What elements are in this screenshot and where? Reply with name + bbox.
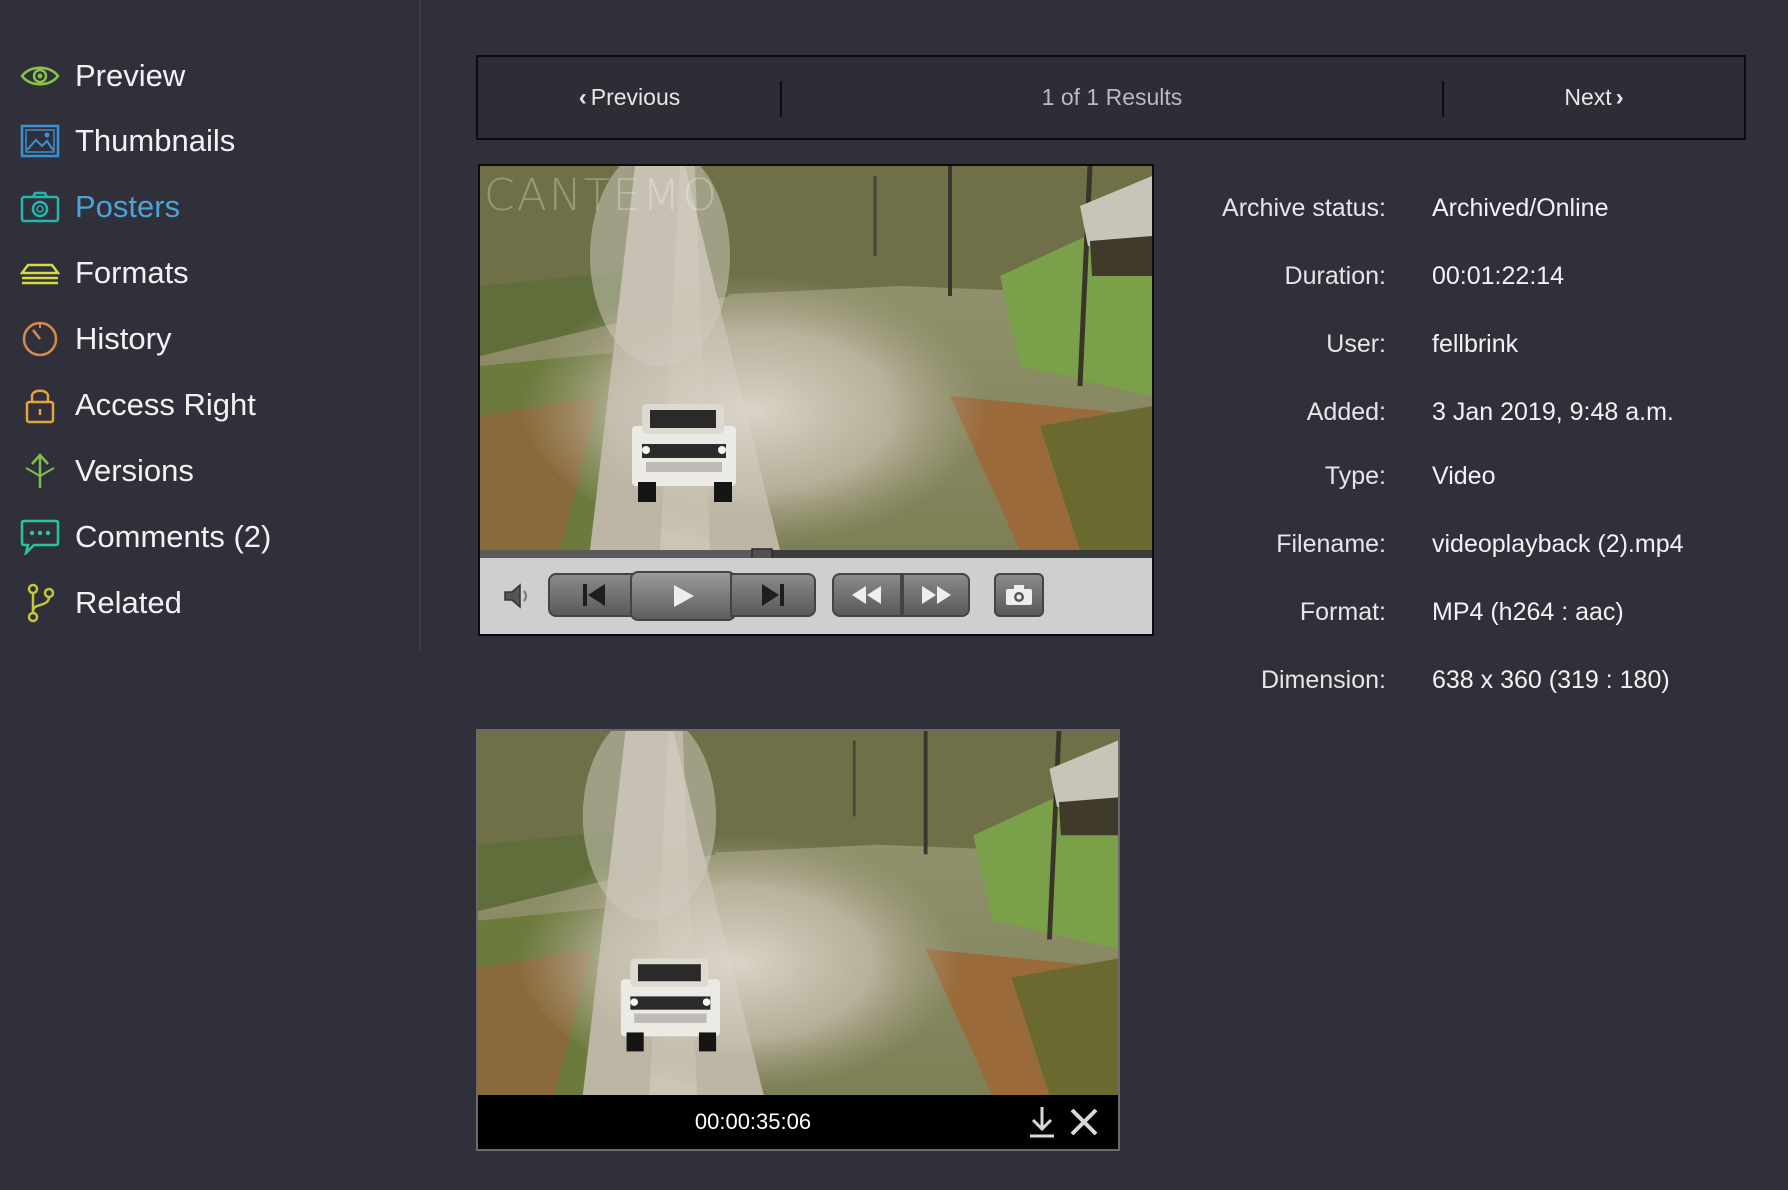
branch-arrow-icon (20, 451, 60, 491)
sidebar-item-label: Posters (75, 189, 181, 224)
previous-button[interactable]: ‹ Previous (478, 57, 781, 138)
metadata-key: Filename: (1276, 530, 1386, 558)
metadata-value: 3 Jan 2019, 9:48 a.m. (1432, 398, 1674, 426)
asset-detail-page: Preview Thumbnails Posters Formats Histo… (0, 0, 1788, 1190)
sidebar-item-label: Access Right (75, 387, 256, 422)
layers-icon (20, 253, 60, 293)
sidebar-item-comments[interactable]: Comments (2) (20, 513, 410, 561)
skip-back-icon (583, 584, 605, 606)
sidebar-item-label: Versions (75, 453, 194, 488)
metadata-key: Duration: (1284, 262, 1386, 290)
sidebar-item-formats[interactable]: Formats (20, 249, 410, 297)
chat-bubble-icon (20, 517, 60, 557)
chevron-right-icon: › (1615, 83, 1624, 111)
sidebar-item-label: Preview (75, 58, 186, 93)
metadata-key: Type: (1324, 462, 1386, 490)
sidebar-item-label: History (75, 321, 172, 356)
next-label: Next (1564, 84, 1612, 110)
snapshot-camera-icon (1006, 585, 1032, 605)
metadata-key: Archive status: (1222, 194, 1386, 222)
camera-icon (20, 187, 60, 227)
close-icon[interactable] (1068, 1105, 1100, 1139)
metadata-key: Format: (1299, 598, 1386, 626)
snapshot-button[interactable] (994, 573, 1044, 617)
metadata-value: fellbrink (1432, 330, 1519, 358)
metadata-row-added: Added: 3 Jan 2019, 9:48 a.m. (1180, 398, 1780, 432)
metadata-row-format: Format: MP4 (h264 : aac) (1180, 598, 1780, 632)
skip-forward-button[interactable] (730, 573, 816, 617)
lock-icon (20, 385, 60, 425)
sidebar-item-access-right[interactable]: Access Right (20, 381, 410, 429)
download-icon[interactable] (1026, 1105, 1058, 1139)
sidebar-item-related[interactable]: Related (20, 579, 410, 627)
previous-label: Previous (590, 84, 681, 110)
play-icon (674, 585, 694, 607)
sidebar-item-versions[interactable]: Versions (20, 447, 410, 495)
metadata-key: User: (1326, 330, 1386, 358)
metadata-value: Archived/Online (1432, 194, 1609, 222)
metadata-row-user: User: fellbrink (1180, 330, 1780, 364)
watermark-logo: CANTEMO (484, 170, 720, 221)
metadata-row-duration: Duration: 00:01:22:14 (1180, 262, 1780, 296)
next-button[interactable]: Next › (1444, 57, 1744, 138)
sidebar-item-label: Formats (75, 255, 189, 290)
metadata-row-dimension: Dimension: 638 x 360 (319 : 180) (1180, 666, 1780, 700)
sidebar-item-posters[interactable]: Posters (20, 183, 410, 231)
seek-bar[interactable] (480, 550, 1152, 558)
fast-forward-button[interactable] (902, 573, 970, 617)
metadata-row-filename: Filename: videoplayback (2).mp4 (1180, 530, 1780, 564)
sidebar-nav: Preview Thumbnails Posters Formats Histo… (0, 0, 421, 652)
metadata-value: 638 x 360 (319 : 180) (1432, 666, 1670, 694)
video-frame[interactable]: CANTEMO (480, 166, 1152, 550)
sidebar-item-label: Related (75, 585, 182, 620)
video-player[interactable]: CANTEMO (478, 164, 1154, 636)
play-button[interactable] (630, 571, 736, 621)
sidebar-item-label: Thumbnails (75, 123, 236, 158)
metadata-value: 00:01:22:14 (1432, 262, 1565, 290)
results-pager: ‹ Previous 1 of 1 Results Next › (476, 55, 1746, 140)
rewind-button[interactable] (832, 573, 902, 617)
player-controls (480, 558, 1152, 634)
poster-toolbar: 00:00:35:06 (478, 1095, 1118, 1149)
git-branch-icon (20, 583, 60, 623)
metadata-value: videoplayback (2).mp4 (1432, 530, 1684, 558)
volume-icon[interactable] (502, 582, 536, 610)
sidebar-item-label: Comments (2) (75, 519, 272, 554)
sidebar-item-thumbnails[interactable]: Thumbnails (20, 117, 410, 165)
metadata-row-archive-status: Archive status: Archived/Online (1180, 194, 1780, 228)
video-still-image (480, 166, 1152, 550)
seek-bar-played (480, 550, 763, 558)
fast-forward-icon (922, 586, 951, 604)
metadata-value: Video (1432, 462, 1496, 490)
skip-back-button[interactable] (548, 573, 640, 617)
poster-frame[interactable] (478, 731, 1118, 1095)
eye-icon (20, 56, 60, 96)
skip-forward-icon (762, 584, 784, 606)
clock-icon (20, 319, 60, 359)
poster-timecode: 00:00:35:06 (694, 1109, 812, 1134)
image-icon (20, 121, 60, 161)
sidebar-item-history[interactable]: History (20, 315, 410, 363)
metadata-value: MP4 (h264 : aac) (1432, 598, 1624, 626)
poster-card[interactable]: 00:00:35:06 (476, 729, 1120, 1151)
chevron-left-icon: ‹ (578, 83, 587, 111)
rewind-icon (852, 586, 881, 604)
poster-image (478, 731, 1118, 1095)
sidebar-item-preview[interactable]: Preview (20, 52, 410, 100)
metadata-key: Added: (1306, 398, 1386, 426)
metadata-key: Dimension: (1260, 666, 1386, 694)
results-count: 1 of 1 Results (1041, 84, 1183, 110)
metadata-row-type: Type: Video (1180, 462, 1780, 496)
